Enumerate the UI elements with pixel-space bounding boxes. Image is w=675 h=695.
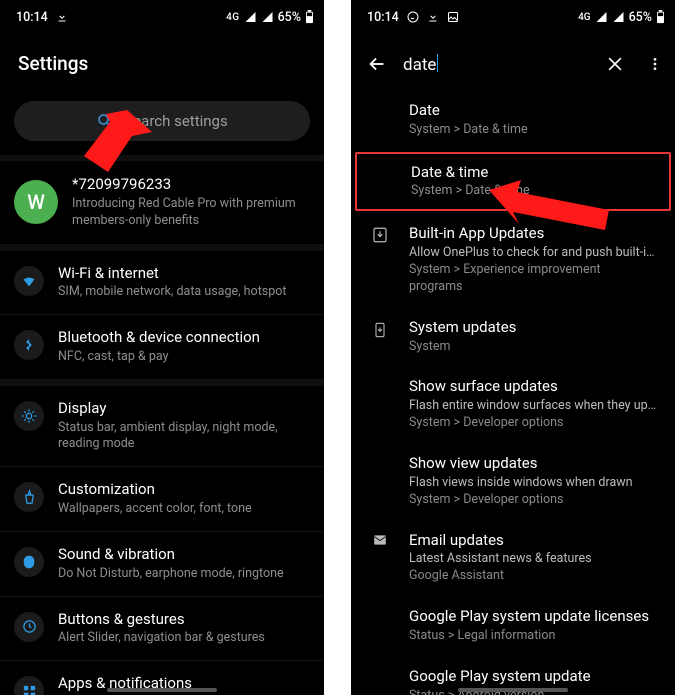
item-icon (14, 547, 44, 577)
download-icon (56, 11, 68, 23)
settings-item[interactable]: Sound & vibration Do Not Disturb, earpho… (0, 532, 324, 597)
signal-icon (244, 11, 257, 23)
status-time: 10:14 (367, 10, 399, 25)
search-result[interactable]: Show view updatesFlash views inside wind… (351, 443, 675, 520)
search-placeholder: Search settings (124, 112, 227, 130)
signal-icon (612, 11, 625, 23)
page-title: Settings (0, 30, 324, 93)
battery-pct: 65% (278, 10, 301, 25)
item-icon (14, 401, 44, 431)
back-button[interactable] (357, 44, 397, 84)
battery-icon (656, 10, 665, 24)
network-type: 4G (578, 12, 591, 23)
settings-item[interactable]: Wi-Fi & internet SIM, mobile network, da… (0, 251, 324, 316)
item-icon (14, 676, 44, 695)
item-icon (14, 482, 44, 512)
item-icon (14, 330, 44, 360)
network-type: 4G (226, 12, 240, 23)
system-icon (369, 320, 391, 340)
avatar: W (14, 180, 58, 224)
overflow-button[interactable] (641, 44, 669, 84)
search-result[interactable]: Date & timeSystem > Date & time (355, 152, 671, 212)
search-result[interactable]: Google Play system update licensesStatus… (351, 596, 675, 656)
search-result[interactable]: System updatesSystem (351, 307, 675, 367)
phone-search: 10:14 4G 65% date (351, 0, 675, 695)
home-indicator[interactable] (458, 688, 568, 692)
search-result[interactable]: Built-in App UpdatesAllow OnePlus to che… (351, 213, 675, 307)
search-input[interactable]: date (403, 54, 589, 75)
search-result[interactable]: Email updatesLatest Assistant news & fea… (351, 520, 675, 597)
search-icon (96, 112, 114, 130)
signal-icon (595, 11, 608, 23)
clear-button[interactable] (595, 44, 635, 84)
download-icon (427, 11, 439, 23)
account-phone: *72099796233 (72, 175, 310, 194)
signal-icon (261, 11, 274, 23)
whatsapp-icon (407, 11, 419, 23)
item-icon (14, 266, 44, 296)
status-bar: 10:14 4G 65% (0, 0, 324, 30)
account-sub2: members-only benefits (72, 213, 310, 230)
status-time: 10:14 (16, 10, 48, 25)
settings-item[interactable]: Customization Wallpapers, accent color, … (0, 467, 324, 532)
item-icon (14, 612, 44, 642)
battery-pct: 65% (629, 10, 652, 25)
search-settings[interactable]: Search settings (14, 101, 310, 141)
account-row[interactable]: W *72099796233 Introducing Red Cable Pro… (0, 161, 324, 245)
image-icon (447, 11, 459, 23)
settings-item[interactable]: Buttons & gestures Alert Slider, navigat… (0, 597, 324, 662)
account-sub1: Introducing Red Cable Pro with premium (72, 196, 310, 213)
settings-item[interactable]: Bluetooth & device connection NFC, cast,… (0, 315, 324, 380)
settings-item[interactable]: Display Status bar, ambient display, nig… (0, 386, 324, 468)
home-indicator[interactable] (107, 688, 217, 692)
phone-settings: 10:14 4G 65% Settings Search settings W … (0, 0, 324, 695)
search-result[interactable]: DateSystem > Date & time (351, 90, 675, 150)
download-icon (369, 226, 391, 244)
mail-icon (369, 533, 391, 547)
status-bar: 10:14 4G 65% (351, 0, 675, 30)
battery-icon (305, 10, 314, 24)
search-result[interactable]: Show surface updatesFlash entire window … (351, 366, 675, 443)
